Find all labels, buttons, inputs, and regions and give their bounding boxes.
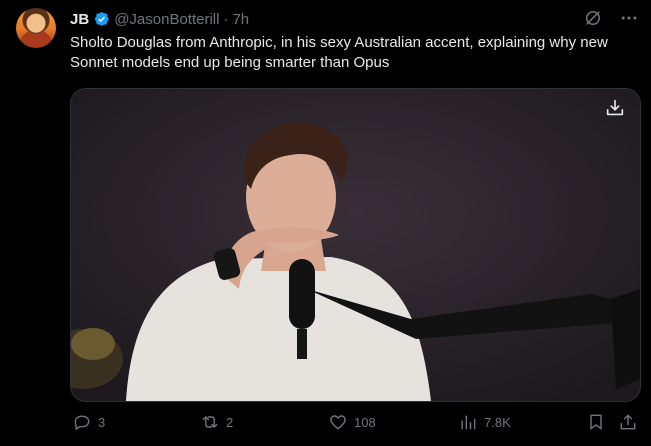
bookmark-button[interactable] (586, 412, 606, 432)
video-frame (71, 89, 640, 401)
action-bar: 3 2 108 7.8K (70, 412, 639, 436)
tweet-text: Sholto Douglas from Anthropic, in his se… (70, 34, 608, 71)
tweet-header: JB @JasonBotterill · 7h (70, 8, 639, 30)
more-options-icon[interactable] (619, 8, 639, 28)
separator-dot: · (223, 10, 229, 28)
header-actions (583, 8, 639, 28)
reply-icon (74, 415, 90, 430)
like-button[interactable]: 108 (328, 412, 376, 432)
share-icon (620, 414, 636, 430)
verified-badge-icon (95, 12, 109, 26)
share-button[interactable] (618, 412, 638, 432)
views-button[interactable]: 7.8K (458, 412, 511, 432)
bookmark-icon (590, 414, 602, 430)
repost-count: 2 (226, 414, 234, 430)
author-handle[interactable]: @JasonBotterill (114, 11, 219, 28)
heart-icon (330, 415, 346, 430)
avatar[interactable] (16, 8, 56, 48)
download-icon[interactable] (604, 97, 626, 119)
repost-button[interactable]: 2 (200, 412, 233, 432)
repost-icon (202, 416, 218, 428)
reply-count: 3 (98, 414, 106, 430)
author-name[interactable]: JB (70, 11, 89, 28)
like-count: 108 (354, 414, 376, 430)
reply-button[interactable]: 3 (72, 412, 105, 432)
views-count: 7.8K (484, 414, 511, 430)
timestamp[interactable]: 7h (232, 11, 249, 28)
analytics-icon (461, 415, 476, 430)
grok-icon[interactable] (583, 8, 603, 28)
video-player[interactable] (70, 88, 641, 402)
